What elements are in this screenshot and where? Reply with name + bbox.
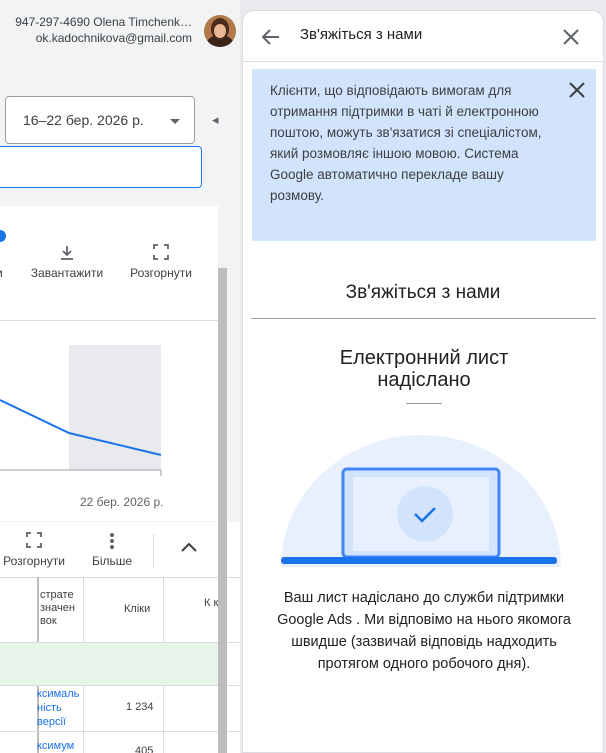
fullscreen-icon — [0, 532, 68, 554]
close-icon[interactable] — [559, 25, 583, 49]
series-toggle-dot[interactable] — [0, 230, 6, 242]
account-info[interactable]: 947-297-4690 Olena Timchenk… ok.kadochni… — [0, 14, 192, 46]
translation-banner: Клієнти, що відповідають вимогам для отр… — [252, 69, 596, 241]
header-divider — [243, 61, 603, 62]
more-button[interactable]: Більше — [88, 532, 136, 568]
confirmation-body: Ваш лист надіслано до служби підтримки G… — [277, 590, 571, 672]
contact-us-panel: Зв'яжіться з нами Клієнти, що відповідаю… — [242, 10, 604, 753]
download-icon — [27, 244, 107, 266]
toolbar-divider — [153, 534, 154, 568]
toolbar-button-partial[interactable]: и — [0, 244, 3, 280]
account-name: 947-297-4690 Olena Timchenk… — [15, 15, 192, 29]
column-header-clicks[interactable]: Кліки — [124, 603, 150, 616]
expand-table-button[interactable]: Розгорнути — [0, 532, 68, 568]
table-divider — [0, 685, 240, 686]
laptop-check-illustration — [281, 435, 561, 567]
date-range-picker[interactable]: 16–22 бер. 2026 р. — [5, 96, 195, 144]
data-table: страте значен вок Кліки К к ксималь ніст… — [0, 577, 240, 753]
expand-button[interactable]: Розгорнути — [126, 244, 196, 280]
panel-title: Зв'яжіться з нами — [300, 26, 423, 43]
more-vert-icon — [88, 532, 136, 554]
table-cell-clicks: 405 — [135, 745, 154, 753]
section-title: Зв'яжіться з нами — [345, 282, 501, 303]
banner-text: Клієнти, що відповідають вимогам для отр… — [270, 83, 542, 203]
table-row-link[interactable]: ксималь ність версії — [37, 687, 79, 729]
collapse-icon[interactable] — [180, 540, 198, 558]
back-arrow-icon[interactable] — [259, 25, 283, 49]
account-email: ok.kadochnikova@gmail.com — [35, 31, 192, 45]
divider — [0, 320, 218, 321]
table-divider — [0, 642, 240, 643]
search-input[interactable] — [0, 146, 202, 188]
dropdown-arrow-icon — [170, 119, 180, 124]
short-divider — [406, 403, 442, 404]
scrollbar[interactable] — [218, 268, 227, 753]
line-chart — [0, 345, 162, 476]
fullscreen-icon — [126, 244, 196, 266]
column-header-partial[interactable]: К к — [204, 597, 218, 610]
chart-x-label: 22 бер. 2026 р. — [80, 495, 164, 509]
column-header-strategy[interactable]: страте значен вок — [40, 589, 75, 628]
table-divider — [0, 731, 240, 732]
background-app: 947-297-4690 Olena Timchenk… ok.kadochni… — [0, 0, 240, 753]
chevron-left-icon[interactable]: ◂ — [212, 112, 219, 128]
avatar[interactable] — [204, 15, 236, 47]
section-divider — [251, 318, 596, 319]
download-button[interactable]: Завантажити — [27, 244, 107, 280]
total-row — [0, 642, 218, 685]
table-cell-clicks: 1 234 — [126, 701, 154, 713]
date-range-value: 16–22 бер. 2026 р. — [23, 112, 144, 128]
table-row-link[interactable]: ксимум — [37, 739, 74, 753]
panel-header: Зв'яжіться з нами — [243, 11, 603, 61]
banner-close-icon[interactable] — [566, 79, 588, 101]
table-divider — [0, 577, 240, 578]
confirmation-title: Електронний лист надіслано — [339, 347, 509, 391]
